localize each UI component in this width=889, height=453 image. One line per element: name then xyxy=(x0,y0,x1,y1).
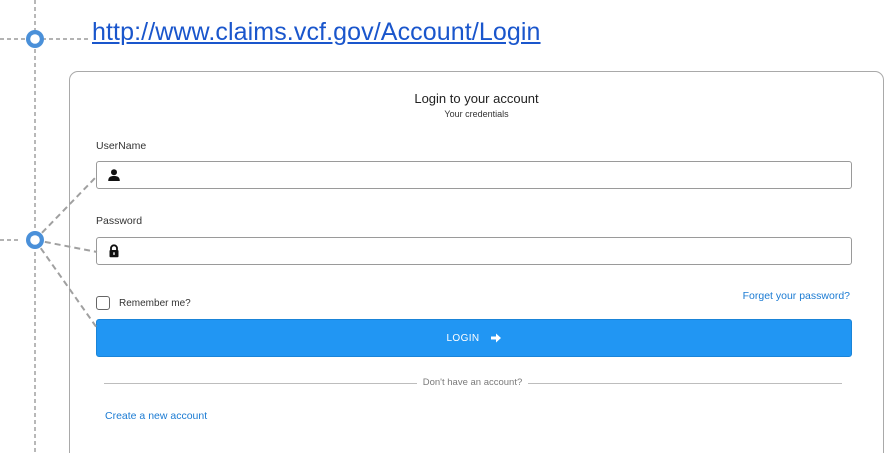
create-account-link[interactable]: Create a new account xyxy=(105,410,207,422)
user-icon xyxy=(108,169,120,181)
username-label: UserName xyxy=(96,140,147,152)
annotation-marker-url xyxy=(26,30,44,48)
page-root: http://www.claims.vcf.gov/Account/Login … xyxy=(0,0,889,453)
divider-left xyxy=(104,383,417,384)
remember-me[interactable]: Remember me? xyxy=(96,296,191,310)
remember-me-label: Remember me? xyxy=(119,297,191,309)
divider-right xyxy=(528,383,842,384)
arrow-right-icon xyxy=(490,333,501,343)
page-url-link[interactable]: http://www.claims.vcf.gov/Account/Login xyxy=(92,18,541,47)
login-card: Login to your account Your credentials U… xyxy=(69,71,884,453)
login-subtitle: Your credentials xyxy=(444,109,509,119)
login-button[interactable]: LOGIN xyxy=(96,319,852,357)
annotation-marker-fields xyxy=(26,231,44,249)
password-input[interactable] xyxy=(127,240,846,264)
login-button-label: LOGIN xyxy=(446,332,480,344)
login-title: Login to your account xyxy=(414,91,539,106)
username-input[interactable] xyxy=(127,164,846,188)
username-field[interactable] xyxy=(96,161,852,189)
remember-me-checkbox[interactable] xyxy=(96,296,110,310)
forgot-password-link[interactable]: Forget your password? xyxy=(743,290,850,302)
password-field[interactable] xyxy=(96,237,852,265)
lock-icon xyxy=(109,244,119,258)
divider-text: Don't have an account? xyxy=(422,377,523,388)
password-label: Password xyxy=(96,215,143,227)
